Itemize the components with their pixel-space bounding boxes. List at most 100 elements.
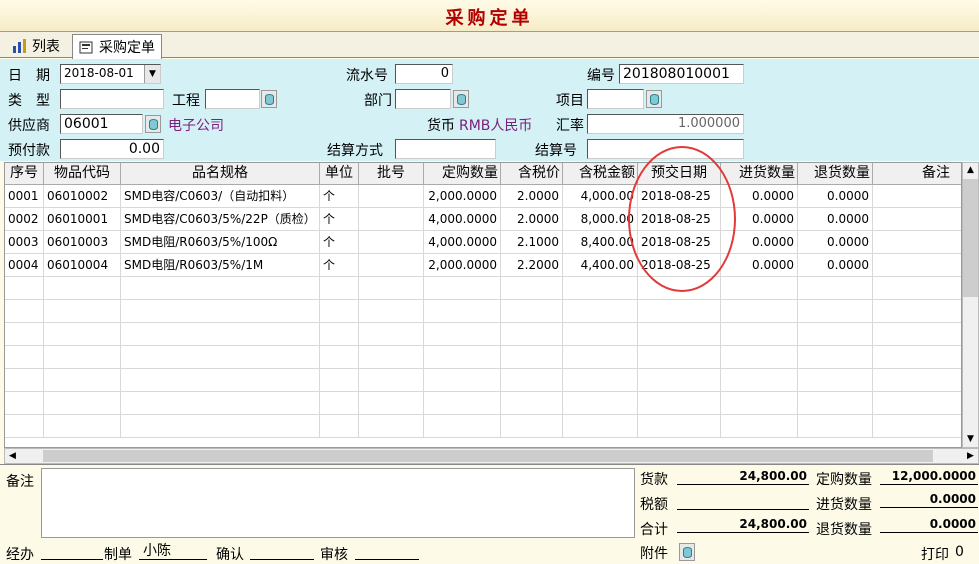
horizontal-scroll-thumb[interactable] [43, 450, 933, 462]
table-cell-qty[interactable]: 4,000.0000 [424, 231, 501, 254]
table-cell-price[interactable]: 2.0000 [501, 185, 563, 208]
table-cell-in-qty[interactable] [721, 415, 798, 438]
scroll-up-icon[interactable]: ▲ [963, 163, 978, 178]
table-cell-seq[interactable] [5, 277, 44, 300]
table-cell-unit[interactable] [320, 392, 359, 415]
table-cell-name[interactable] [121, 369, 320, 392]
table-cell-note[interactable] [873, 185, 961, 208]
table-cell-code[interactable]: 06010002 [44, 185, 121, 208]
table-cell-ret-qty[interactable] [798, 300, 873, 323]
col-header-seq[interactable]: 序号 [5, 163, 44, 185]
col-header-date[interactable]: 预交日期 [638, 163, 721, 185]
table-cell-price[interactable]: 2.1000 [501, 231, 563, 254]
col-header-price[interactable]: 含税价 [501, 163, 563, 185]
date-field[interactable]: 2018-08-01 ▼ [60, 64, 161, 84]
table-cell-unit[interactable] [320, 277, 359, 300]
supplier-lookup-button[interactable] [145, 115, 161, 133]
type-field[interactable] [60, 89, 164, 109]
table-cell-unit[interactable]: 个 [320, 254, 359, 277]
table-cell-seq[interactable]: 0001 [5, 185, 44, 208]
table-cell-in-qty[interactable]: 0.0000 [721, 231, 798, 254]
col-header-name[interactable]: 品名规格 [121, 163, 320, 185]
table-cell-code[interactable] [44, 346, 121, 369]
col-header-note[interactable]: 备注 [873, 163, 961, 185]
table-cell-unit[interactable] [320, 323, 359, 346]
table-cell-seq[interactable]: 0004 [5, 254, 44, 277]
table-cell-ret-qty[interactable] [798, 392, 873, 415]
table-cell-amount[interactable]: 4,000.00 [563, 185, 638, 208]
order-lines-table[interactable]: 序号 物品代码 品名规格 单位 批号 定购数量 含税价 含税金额 预交日期 进货… [4, 162, 962, 448]
vertical-scroll-thumb[interactable] [963, 179, 978, 297]
table-cell-qty[interactable] [424, 392, 501, 415]
table-cell-qty[interactable]: 2,000.0000 [424, 185, 501, 208]
rate-field[interactable]: 1.000000 [587, 114, 744, 134]
table-cell-qty[interactable] [424, 300, 501, 323]
table-cell-qty[interactable] [424, 415, 501, 438]
table-cell-ret-qty[interactable] [798, 369, 873, 392]
table-cell-note[interactable] [873, 323, 961, 346]
table-cell-code[interactable] [44, 277, 121, 300]
table-cell-note[interactable] [873, 300, 961, 323]
scroll-right-icon[interactable]: ▶ [963, 449, 978, 463]
table-cell-name[interactable] [121, 346, 320, 369]
vertical-scrollbar[interactable]: ▲ ▼ [962, 162, 979, 448]
table-cell-amount[interactable] [563, 415, 638, 438]
table-cell-in-qty[interactable] [721, 323, 798, 346]
dept-field[interactable] [395, 89, 451, 109]
project-lookup-button[interactable] [261, 90, 277, 108]
table-cell-in-qty[interactable] [721, 369, 798, 392]
handler-field[interactable] [41, 544, 103, 560]
table-cell-batch[interactable] [359, 369, 424, 392]
table-cell-unit[interactable] [320, 369, 359, 392]
table-cell-seq[interactable] [5, 300, 44, 323]
col-header-ret-qty[interactable]: 退货数量 [798, 163, 873, 185]
table-cell-note[interactable] [873, 392, 961, 415]
table-cell-in-qty[interactable]: 0.0000 [721, 208, 798, 231]
scroll-left-icon[interactable]: ◀ [5, 449, 20, 463]
table-cell-unit[interactable]: 个 [320, 231, 359, 254]
table-cell-qty[interactable] [424, 277, 501, 300]
table-cell-code[interactable] [44, 392, 121, 415]
table-cell-unit[interactable] [320, 300, 359, 323]
table-cell-ret-qty[interactable]: 0.0000 [798, 231, 873, 254]
dept-lookup-button[interactable] [453, 90, 469, 108]
confirm-field[interactable] [250, 544, 314, 560]
prepay-field[interactable]: 0.00 [60, 139, 164, 159]
table-cell-unit[interactable] [320, 415, 359, 438]
table-cell-seq[interactable]: 0003 [5, 231, 44, 254]
settle-no-field[interactable] [587, 139, 744, 159]
table-cell-date[interactable] [638, 369, 721, 392]
attach-button[interactable] [679, 543, 695, 561]
table-cell-batch[interactable] [359, 415, 424, 438]
table-cell-batch[interactable] [359, 346, 424, 369]
maker-field[interactable]: 小陈 [139, 544, 207, 560]
col-header-amount[interactable]: 含税金额 [563, 163, 638, 185]
table-cell-date[interactable] [638, 300, 721, 323]
table-cell-qty[interactable] [424, 369, 501, 392]
table-cell-date[interactable] [638, 415, 721, 438]
table-cell-code[interactable]: 06010004 [44, 254, 121, 277]
table-cell-code[interactable] [44, 323, 121, 346]
number-field[interactable]: 201808010001 [619, 64, 744, 84]
table-cell-date[interactable]: 2018-08-25 [638, 208, 721, 231]
col-header-unit[interactable]: 单位 [320, 163, 359, 185]
table-cell-in-qty[interactable] [721, 277, 798, 300]
table-cell-name[interactable]: SMD电容/C0603/（自动扣料） [121, 185, 320, 208]
table-cell-code[interactable] [44, 369, 121, 392]
table-cell-ret-qty[interactable] [798, 346, 873, 369]
table-cell-note[interactable] [873, 277, 961, 300]
table-cell-batch[interactable] [359, 300, 424, 323]
supplier-code-field[interactable]: 06001 [60, 114, 143, 134]
table-cell-seq[interactable] [5, 346, 44, 369]
table-cell-amount[interactable]: 8,000.00 [563, 208, 638, 231]
table-cell-name[interactable] [121, 300, 320, 323]
table-cell-code[interactable] [44, 300, 121, 323]
horizontal-scrollbar[interactable]: ◀ ▶ [4, 448, 979, 464]
table-cell-batch[interactable] [359, 323, 424, 346]
table-cell-name[interactable]: SMD电阻/R0603/5%/100Ω [121, 231, 320, 254]
table-cell-date[interactable] [638, 277, 721, 300]
table-cell-seq[interactable] [5, 392, 44, 415]
table-cell-seq[interactable]: 0002 [5, 208, 44, 231]
table-cell-code[interactable]: 06010001 [44, 208, 121, 231]
table-cell-date[interactable]: 2018-08-25 [638, 231, 721, 254]
